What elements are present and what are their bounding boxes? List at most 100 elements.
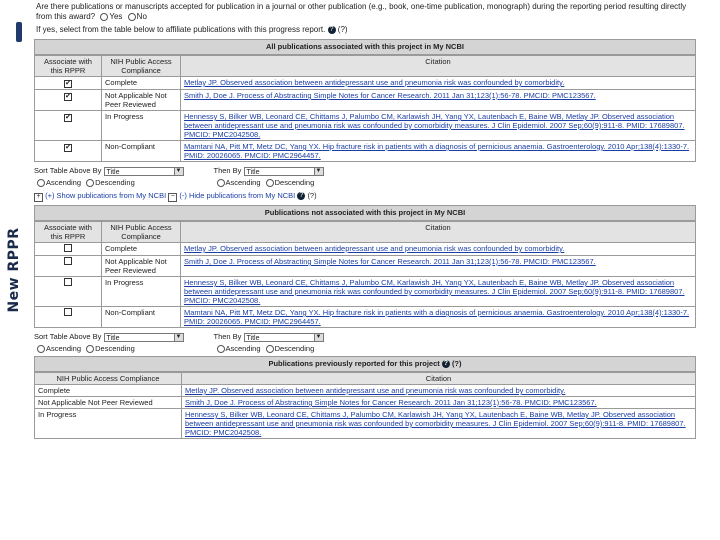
instruction-text: If yes, select from the table below to a… [36, 25, 326, 34]
citation-link[interactable]: Hennessy S, Bilker WB, Leonard CE, Chitt… [185, 410, 686, 437]
citation-link[interactable]: Smith J, Doe J. Process of Abstracting S… [184, 91, 596, 100]
help-icon[interactable]: ? [327, 25, 336, 34]
compliance-status: In Progress [101, 276, 181, 307]
ascending-label: Ascending [46, 178, 82, 187]
collapse-icon[interactable]: − [168, 193, 178, 202]
associate-checkbox[interactable] [64, 308, 72, 316]
help-icon[interactable]: ? [441, 360, 450, 369]
citation-link[interactable]: Metlay JP. Observed association between … [184, 244, 564, 253]
col-associate: Associate with this RPPR [34, 221, 102, 243]
descending-radio[interactable] [265, 345, 274, 354]
col-citation: Citation [181, 372, 696, 385]
help-link[interactable]: (?) [307, 191, 316, 200]
table-row: Non-Compliant Mamtani NA, Pitt MT, Metz … [34, 306, 696, 328]
table-header-row: Associate with this RPPR NIH Public Acce… [34, 55, 696, 77]
instruction-row: If yes, select from the table below to a… [36, 25, 696, 35]
compliance-status: Not Applicable Not Peer Reviewed [101, 255, 181, 277]
no-radio[interactable] [127, 12, 136, 21]
sort-by-select[interactable]: Title ▼ [103, 166, 184, 176]
yes-radio[interactable] [100, 12, 109, 21]
ascending-radio[interactable] [216, 179, 225, 188]
sort-controls-2: Sort Table Above By Title ▼ Ascending Des… [34, 332, 696, 354]
citation-link[interactable]: Smith J, Doe J. Process of Abstracting S… [185, 398, 597, 407]
chevron-down-icon: ▼ [313, 167, 323, 175]
help-link[interactable]: (?) [338, 25, 348, 34]
show-publications-link[interactable]: (+) Show publications from My NCBI [45, 191, 166, 200]
table-header-row: Associate with this RPPR NIH Public Acce… [34, 221, 696, 243]
compliance-status: In Progress [34, 408, 182, 439]
table-row: In Progress Hennessy S, Bilker WB, Leona… [34, 276, 696, 307]
sort-by-value: Title [106, 168, 120, 176]
associate-checkbox[interactable] [64, 257, 72, 265]
table-row: ✔ Non-Compliant Mamtani NA, Pitt MT, Met… [34, 140, 696, 162]
table-header-row: NIH Public Access Compliance Citation [34, 372, 696, 385]
associate-checkbox[interactable]: ✔ [64, 93, 72, 101]
compliance-status: Complete [101, 76, 181, 90]
table-row: In Progress Hennessy S, Bilker WB, Leona… [34, 408, 696, 439]
table-row: Complete Metlay JP. Observed association… [34, 242, 696, 256]
ascending-label: Ascending [225, 178, 261, 187]
col-citation: Citation [180, 55, 696, 77]
ascending-label: Ascending [225, 344, 261, 353]
associated-publications-table: Associate with this RPPR NIH Public Acce… [34, 55, 696, 162]
descending-label: Descending [274, 344, 315, 353]
help-icon[interactable]: ? [297, 192, 306, 201]
ascending-label: Ascending [46, 344, 82, 353]
descending-radio[interactable] [265, 179, 274, 188]
citation-link[interactable]: Smith J, Doe J. Process of Abstracting S… [184, 257, 596, 266]
citation-link[interactable]: Mamtani NA, Pitt MT, Metz DC, Yang YX. H… [184, 308, 689, 326]
citation-link[interactable]: Metlay JP. Observed association between … [185, 386, 565, 395]
slide-title-container: New RPPR [0, 0, 28, 540]
then-by-select[interactable]: Title ▼ [243, 332, 324, 342]
sort-by-value: Title [106, 334, 120, 342]
hide-publications-link[interactable]: (-) Hide publications from My NCBI [179, 191, 295, 200]
associate-checkbox[interactable]: ✔ [64, 114, 72, 122]
then-by-value: Title [246, 334, 260, 342]
associate-checkbox[interactable] [64, 244, 72, 252]
compliance-status: Not Applicable Not Peer Reviewed [34, 396, 182, 409]
then-by-select[interactable]: Title ▼ [243, 166, 324, 176]
descending-label: Descending [95, 344, 135, 353]
compliance-status: Non-Compliant [101, 306, 181, 328]
sort-by-select[interactable]: Title ▼ [103, 332, 184, 342]
show-hide-links: + (+) Show publications from My NCBI − (… [34, 191, 696, 202]
compliance-status: Complete [101, 242, 181, 256]
table-row: Not Applicable Not Peer Reviewed Smith J… [34, 396, 696, 409]
citation-link[interactable]: Mamtani NA, Pitt MT, Metz DC, Yang YX. H… [184, 142, 689, 160]
ascending-radio[interactable] [37, 179, 45, 188]
descending-label: Descending [95, 178, 135, 187]
associate-checkbox[interactable]: ✔ [64, 144, 72, 152]
slide-title: New RPPR [6, 227, 22, 313]
citation-link[interactable]: Metlay JP. Observed association between … [184, 78, 564, 87]
citation-link[interactable]: Hennessy S, Bilker WB, Leonard CE, Chitt… [184, 278, 685, 305]
descending-radio[interactable] [86, 179, 95, 188]
ascending-radio[interactable] [216, 345, 225, 354]
table-row: ✔ Not Applicable Not Peer Reviewed Smith… [34, 89, 696, 111]
table-row: Complete Metlay JP. Observed association… [34, 384, 696, 397]
sort-by-label: Sort Table Above By [34, 332, 102, 341]
table3-caption-text: Publications previously reported for thi… [268, 359, 440, 368]
descending-radio[interactable] [86, 345, 95, 354]
ascending-radio[interactable] [37, 345, 45, 354]
table3-caption: Publications previously reported for thi… [34, 356, 696, 372]
citation-link[interactable]: Hennessy S, Bilker WB, Leonard CE, Chitt… [184, 112, 685, 139]
table2-caption: Publications not associated with this pr… [34, 205, 696, 221]
table-row: ✔ Complete Metlay JP. Observed associati… [34, 76, 696, 90]
associate-checkbox[interactable]: ✔ [64, 80, 72, 88]
help-link[interactable]: (?) [452, 359, 462, 368]
unassociated-publications-table: Associate with this RPPR NIH Public Acce… [34, 221, 696, 328]
col-compliance: NIH Public Access Compliance [101, 221, 181, 243]
table-row: Not Applicable Not Peer Reviewed Smith J… [34, 255, 696, 277]
chevron-down-icon: ▼ [313, 333, 323, 341]
accent-bar [16, 22, 22, 42]
col-associate: Associate with this RPPR [34, 55, 102, 77]
col-citation: Citation [180, 221, 696, 243]
chevron-down-icon: ▼ [173, 167, 183, 175]
chevron-down-icon: ▼ [173, 333, 183, 341]
expand-icon[interactable]: + [34, 193, 43, 202]
previously-reported-table: NIH Public Access Compliance Citation Co… [34, 372, 696, 439]
associate-checkbox[interactable] [64, 278, 72, 286]
compliance-status: Complete [34, 384, 182, 397]
compliance-status: Not Applicable Not Peer Reviewed [101, 89, 181, 111]
then-by-label: Then By [213, 332, 242, 341]
